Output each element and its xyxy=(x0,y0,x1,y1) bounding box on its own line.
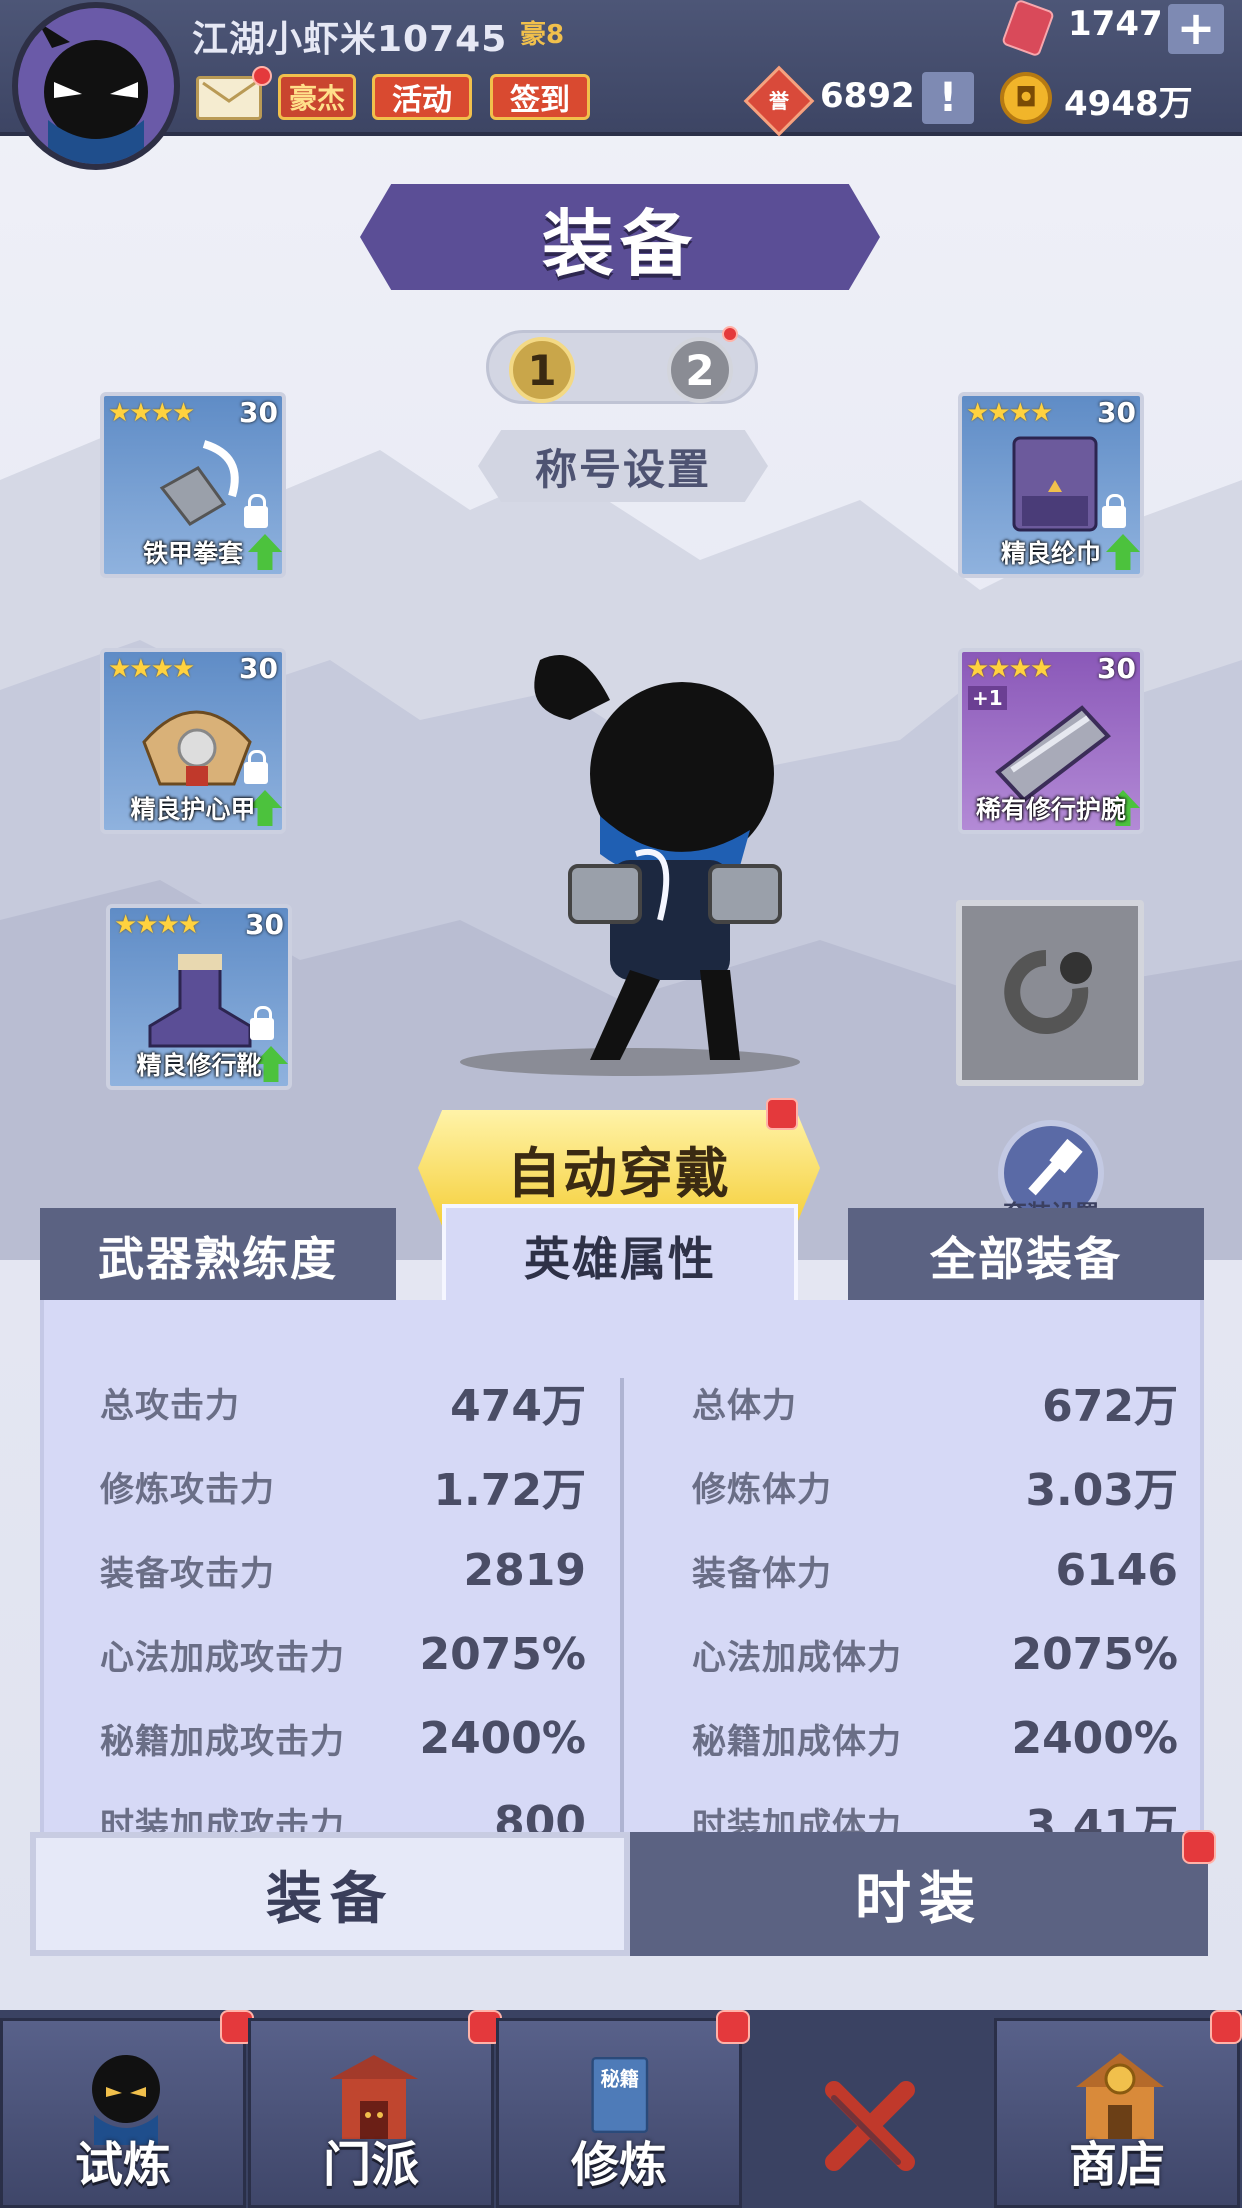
stat-value: 1.72万 xyxy=(433,1465,586,1516)
slot-gauntlet[interactable]: ★★★★ 30 铁甲拳套 xyxy=(100,392,286,578)
stat-value: 2075% xyxy=(1011,1628,1178,1680)
nav-label: 商店 xyxy=(1068,2137,1165,2193)
stat-value: 474万 xyxy=(450,1381,586,1432)
avatar[interactable] xyxy=(12,2,180,170)
slot-chest-armor[interactable]: ★★★★ 30 精良护心甲 xyxy=(100,648,286,834)
stat-label: 心法加成体力 xyxy=(692,1637,902,1678)
stat-value: 3.03万 xyxy=(1025,1465,1178,1516)
nav-shop[interactable]: 商店 xyxy=(994,2018,1240,2208)
coin-icon: ◘ xyxy=(1000,72,1052,124)
lock-icon xyxy=(250,1006,274,1040)
slot-name: 铁甲拳套 xyxy=(142,539,243,568)
stat-value: 672万 xyxy=(1042,1381,1178,1432)
tab-hero-attributes[interactable]: 英雄属性 xyxy=(442,1204,798,1304)
event-button[interactable]: 活动 xyxy=(372,74,472,120)
page-title-banner: 装备 xyxy=(360,184,880,290)
mail-notification-dot xyxy=(252,66,272,86)
gem-count: 1747 xyxy=(1068,4,1163,44)
fashion-tab-dot xyxy=(1182,1830,1216,1864)
nav-label: 门派 xyxy=(322,2137,419,2193)
slot-empty[interactable] xyxy=(956,900,1144,1086)
stat-value: 2400% xyxy=(1011,1712,1178,1764)
stat-label: 总攻击力 xyxy=(100,1385,240,1426)
stat-label: 总体力 xyxy=(692,1385,797,1426)
lock-icon xyxy=(244,494,268,528)
auto-equip-label: 自动穿戴 xyxy=(507,1141,731,1205)
stat-row: 秘籍加成攻击力 2400% xyxy=(100,1708,586,1768)
stat-row: 装备体力 6146 xyxy=(692,1540,1178,1600)
stat-row: 心法加成攻击力 2075% xyxy=(100,1624,586,1684)
nav-cultivate[interactable]: 秘籍 修炼 xyxy=(496,2018,742,2208)
stat-label: 秘籍加成体力 xyxy=(692,1721,902,1762)
stat-label: 秘籍加成攻击力 xyxy=(100,1721,345,1762)
slot-name: 精良纶巾 xyxy=(1000,539,1101,568)
stats-divider xyxy=(620,1378,624,1838)
stat-row: 装备攻击力 2819 xyxy=(100,1540,586,1600)
stat-value: 2075% xyxy=(419,1628,586,1680)
stats-panel[interactable]: 总攻击力 474万 修炼攻击力 1.72万 装备攻击力 2819 心法加成攻击力… xyxy=(40,1300,1204,1840)
loadout-2-dot xyxy=(722,326,738,342)
checkin-button[interactable]: 签到 xyxy=(490,74,590,120)
nav-shop-dot xyxy=(1210,2010,1242,2044)
honor-icon-char: 誉 xyxy=(769,89,789,113)
slot-name: 稀有修行护腕 xyxy=(975,795,1126,824)
stat-label: 装备攻击力 xyxy=(100,1553,275,1594)
stat-value: 2400% xyxy=(419,1712,586,1764)
stat-label: 修炼体力 xyxy=(692,1469,832,1510)
stat-value: 6146 xyxy=(1055,1544,1178,1596)
loadout-page-1[interactable]: 1 xyxy=(509,337,575,403)
slot-bracer[interactable]: ★★★★ 30 +1 稀有修行护腕 xyxy=(958,648,1144,834)
book-text: 秘籍 xyxy=(601,2067,639,2090)
stat-label: 装备体力 xyxy=(692,1553,832,1594)
hero-button[interactable]: 豪杰 xyxy=(278,74,356,120)
nav-cultivate-dot xyxy=(716,2010,750,2044)
tab-all-equipment[interactable]: 全部装备 xyxy=(848,1208,1204,1304)
tab-equipment[interactable]: 装备 xyxy=(30,1832,630,1956)
auto-equip-dot xyxy=(766,1098,798,1130)
stat-row: 秘籍加成体力 2400% xyxy=(692,1708,1178,1768)
loadout-page-2[interactable]: 2 xyxy=(667,337,733,403)
stat-row: 心法加成体力 2075% xyxy=(692,1624,1178,1684)
slot-headgear[interactable]: ★★★★ 30 精良纶巾 xyxy=(958,392,1144,578)
title-setting-button[interactable]: 称号设置 xyxy=(478,430,768,502)
empty-slot-ring-icon xyxy=(1004,950,1092,1034)
tab-fashion[interactable]: 时装 xyxy=(630,1832,1208,1956)
add-gems-button[interactable]: + xyxy=(1168,4,1224,54)
nav-trial[interactable]: 试炼 xyxy=(0,2018,246,2208)
stat-row: 修炼体力 3.03万 xyxy=(692,1456,1178,1516)
slot-name: 精良护心甲 xyxy=(130,795,256,824)
title-setting-label: 称号设置 xyxy=(534,444,711,494)
coin-count: 4948万 xyxy=(1064,84,1193,124)
slot-name: 精良修行靴 xyxy=(136,1051,262,1080)
nav-label: 修炼 xyxy=(570,2137,667,2193)
envelope-icon xyxy=(202,81,256,103)
ninja-avatar-icon xyxy=(38,22,148,164)
nav-sect[interactable]: 门派 xyxy=(248,2018,494,2208)
stat-row: 总体力 672万 xyxy=(692,1372,1178,1432)
stat-value: 2819 xyxy=(463,1544,586,1596)
mail-button[interactable] xyxy=(196,76,262,120)
hero-character xyxy=(460,655,800,1076)
stat-row: 修炼攻击力 1.72万 xyxy=(100,1456,586,1516)
tab-weapon-mastery[interactable]: 武器熟练度 xyxy=(40,1208,396,1304)
loadout-page-toggle[interactable]: 1 2 xyxy=(486,330,758,404)
close-icon[interactable] xyxy=(820,2076,920,2176)
info-button[interactable]: ! xyxy=(922,72,974,124)
top-bar xyxy=(0,0,1242,136)
page-title: 装备 xyxy=(541,201,698,286)
slot-boots[interactable]: ★★★★ 30 精良修行靴 xyxy=(106,904,292,1090)
stat-label: 心法加成攻击力 xyxy=(100,1637,345,1678)
lock-icon xyxy=(1102,494,1126,528)
honor-count: 6892 xyxy=(820,76,915,116)
stat-label: 修炼攻击力 xyxy=(100,1469,275,1510)
stat-row: 总攻击力 474万 xyxy=(100,1372,586,1432)
lock-icon xyxy=(244,750,268,784)
player-name: 江湖小虾米10745 xyxy=(192,19,508,60)
nav-label: 试炼 xyxy=(74,2137,171,2193)
vip-badge: 豪8 xyxy=(520,20,565,50)
